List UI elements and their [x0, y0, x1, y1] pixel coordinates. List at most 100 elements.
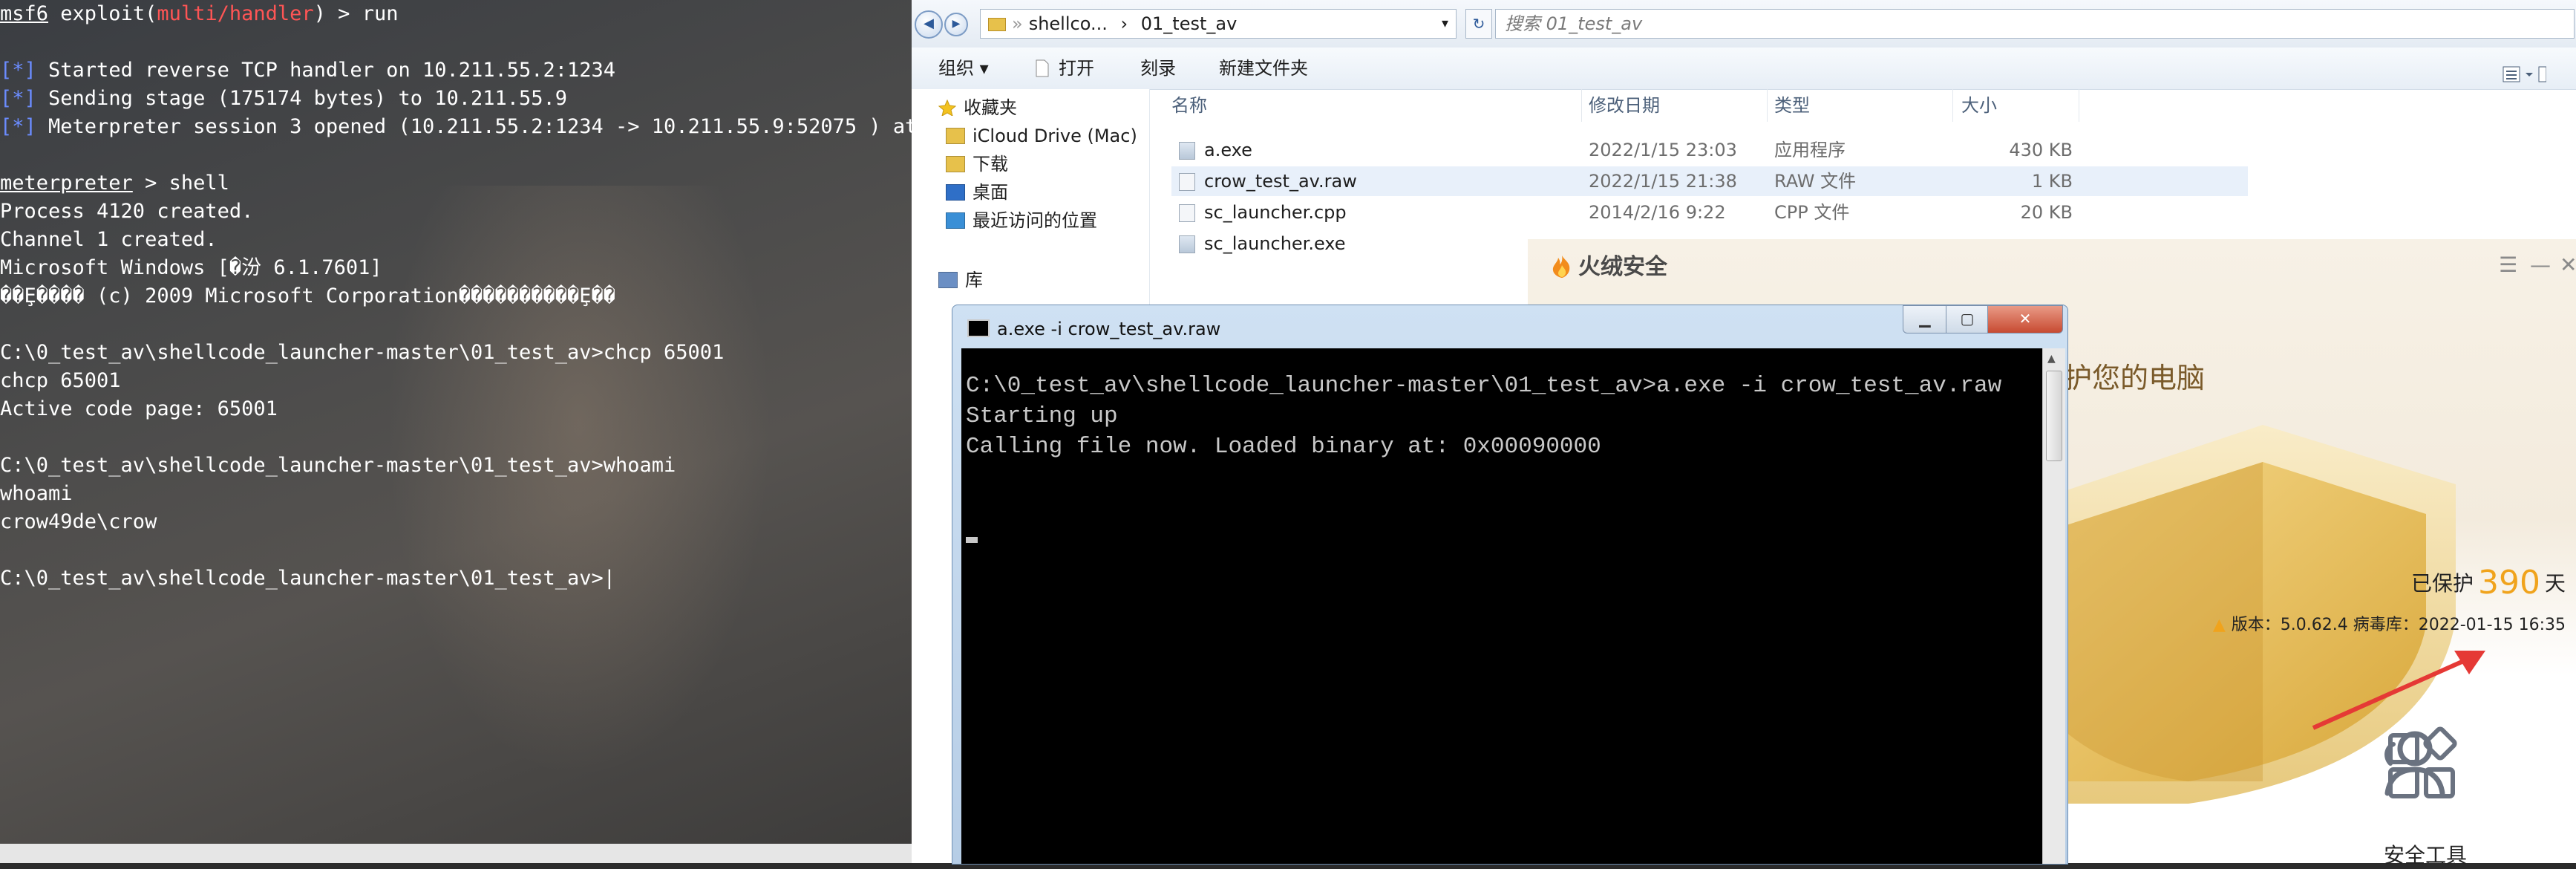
terminal-line: Channel 1 created.: [0, 226, 912, 254]
nav-item[interactable]: 收藏夹: [938, 95, 1017, 120]
column-type[interactable]: 类型: [1774, 89, 1810, 122]
back-arrow-icon[interactable]: ◀: [915, 10, 943, 39]
terminal-text: chcp 65001: [0, 369, 121, 392]
file-size: 20 KB: [2020, 202, 2073, 223]
terminal-line: C:\0_test_av\shellcode_launcher-master\0…: [0, 564, 912, 593]
path-breadcrumb[interactable]: » shellco... › 01_test_av ▾: [980, 9, 1457, 39]
nav-item[interactable]: 桌面: [946, 180, 1008, 205]
file-row[interactable]: a.exe 2022/1/15 23:03 应用程序 430 KB: [1171, 135, 2248, 165]
version-text: 版本：5.0.62.4 病毒库：2022-01-15 16:35: [2231, 616, 2566, 634]
terminal-text: multi/handler: [157, 2, 314, 25]
column-name[interactable]: 名称: [1171, 89, 1207, 122]
minimize-button[interactable]: ▁: [1903, 305, 1947, 333]
star-icon: [938, 97, 957, 117]
file-type: RAW 文件: [1774, 171, 1857, 192]
console-icon: [967, 319, 990, 337]
protection-headline: 护您的电脑: [2064, 362, 2206, 394]
terminal-line: meterpreter > shell: [0, 169, 912, 198]
nav-item[interactable]: 最近访问的位置: [946, 208, 1097, 233]
terminal-text: [*]: [0, 87, 36, 110]
console-line: C:\0_test_av\shellcode_launcher-master\0…: [966, 373, 2002, 399]
terminal-text: C:\0_test_av\shellcode_launcher-master\0…: [0, 567, 616, 590]
file-name: sc_launcher.cpp: [1204, 202, 1347, 223]
terminal-output: msf6 exploit(multi/handler) > run [*] Sta…: [0, 0, 912, 593]
open-button[interactable]: 打开: [1059, 48, 1094, 89]
nav-item-label: 最近访问的位置: [972, 210, 1097, 231]
terminal-text: C:\0_test_av\shellcode_launcher-master\0…: [0, 454, 676, 477]
file-modified: 2022/1/15 21:38: [1589, 171, 1737, 192]
terminal-text: exploit(: [48, 2, 157, 25]
terminal-line: chcp 65001: [0, 367, 912, 395]
minimize-icon[interactable]: —: [2530, 253, 2551, 277]
nav-item[interactable]: 库: [938, 267, 983, 293]
burn-button[interactable]: 刻录: [1140, 48, 1176, 89]
cmd-titlebar[interactable]: a.exe -i crow_test_av.raw: [967, 314, 1220, 344]
terminal-text: Microsoft Windows [�汾 6.1.7601]: [0, 256, 382, 279]
column-modified[interactable]: 修改日期: [1589, 89, 1660, 122]
terminal-text: C:\0_test_av\shellcode_launcher-master\0…: [0, 341, 725, 364]
nav-item[interactable]: iCloud Drive (Mac): [946, 123, 1137, 149]
terminal-line: ��Ȩ���� (c) 2009 Microsoft Corporation��…: [0, 282, 912, 310]
nav-item[interactable]: 下载: [946, 152, 1008, 177]
tools-label: 安全工具: [2383, 843, 2467, 868]
path-segment-2[interactable]: 01_test_av: [1141, 13, 1238, 34]
terminal-text: Sending stage (175174 bytes) to 10.211.5…: [36, 87, 568, 110]
folder-icon: [988, 18, 1006, 31]
file-row[interactable]: crow_test_av.raw 2022/1/15 21:38 RAW 文件 1 K…: [1171, 166, 2248, 196]
console-output-area[interactable]: C:\0_test_av\shellcode_launcher-master\0…: [961, 348, 2042, 864]
terminal-text: > shell: [132, 172, 229, 195]
organize-button[interactable]: 组织 ▾: [938, 48, 989, 89]
file-name: a.exe: [1204, 140, 1252, 160]
close-icon[interactable]: ✕: [2560, 253, 2576, 277]
huorong-title-text: 火绒安全: [1578, 254, 1667, 280]
console-text: C:\0_test_av\shellcode_launcher-master\0…: [966, 371, 2001, 462]
file-size: 430 KB: [2009, 140, 2073, 160]
forward-arrow-icon[interactable]: ▶: [944, 13, 968, 36]
terminal-line: msf6 exploit(multi/handler) > run: [0, 0, 912, 28]
new-folder-button[interactable]: 新建文件夹: [1219, 48, 1308, 89]
update-icon[interactable]: ▲: [2213, 616, 2226, 634]
file-icon: [1179, 204, 1195, 222]
huorong-logo-icon: [1552, 255, 1572, 279]
address-bar: ◀ ▶ » shellco... › 01_test_av ▾ ↻ 搜索 01_t…: [912, 0, 2576, 48]
file-modified: 2014/2/16 9:22: [1589, 202, 1726, 223]
terminal-text: ��Ȩ���� (c) 2009 Microsoft Corporation��…: [0, 284, 616, 307]
terminal-text: [*]: [0, 115, 36, 138]
folder-icon: [946, 128, 965, 144]
maximize-button[interactable]: ▢: [1946, 305, 1989, 333]
path-segment-1[interactable]: shellco...: [1029, 13, 1108, 34]
text-cursor: [966, 537, 978, 543]
recent-icon: [946, 212, 965, 229]
nav-item-label: 桌面: [972, 182, 1008, 203]
path-separator: ›: [1120, 13, 1128, 34]
scrollbar-thumb[interactable]: [2046, 371, 2062, 461]
terminal-text: [*]: [0, 59, 36, 82]
file-size: 1 KB: [2031, 171, 2073, 192]
terminal-text: whoami: [0, 482, 73, 505]
path-dropdown-icon[interactable]: ▾: [1442, 10, 1448, 38]
scroll-up-icon[interactable]: ▲: [2047, 353, 2056, 365]
terminal-text: msf6: [0, 2, 49, 25]
refresh-icon[interactable]: ↻: [1465, 9, 1492, 39]
version-info: ▲ 版本：5.0.62.4 病毒库：2022-01-15 16:35: [2213, 612, 2566, 639]
terminal-text: Active code page: 65001: [0, 397, 278, 420]
cmd-window[interactable]: a.exe -i crow_test_av.raw ▁ ▢ ✕ C:\0_tes…: [952, 305, 2068, 865]
column-size[interactable]: 大小: [1961, 89, 1997, 122]
terminal-line: [*] Meterpreter session 3 opened (10.211…: [0, 113, 912, 141]
file-type: 应用程序: [1774, 140, 1846, 160]
terminal-footer-strip: [0, 844, 912, 863]
msf-terminal[interactable]: msf6 exploit(multi/handler) > run [*] Sta…: [0, 0, 912, 863]
file-row[interactable]: sc_launcher.cpp 2014/2/16 9:22 CPP 文件 20 KB: [1171, 198, 2248, 227]
nav-item-label: 库: [965, 270, 983, 290]
terminal-line: Microsoft Windows [�汾 6.1.7601]: [0, 254, 912, 282]
desktop-icon: [946, 184, 965, 201]
tools-grid-icon[interactable]: [2384, 726, 2466, 808]
terminal-line: Active code page: 65001: [0, 395, 912, 423]
search-input[interactable]: 搜索 01_test_av: [1495, 9, 2575, 39]
view-options-icon[interactable]: [2502, 58, 2547, 82]
close-button[interactable]: ✕: [1987, 305, 2063, 333]
executable-icon: [1179, 235, 1195, 253]
menu-icon[interactable]: ☰: [2499, 253, 2517, 277]
vertical-scrollbar[interactable]: ▲: [2042, 348, 2065, 864]
